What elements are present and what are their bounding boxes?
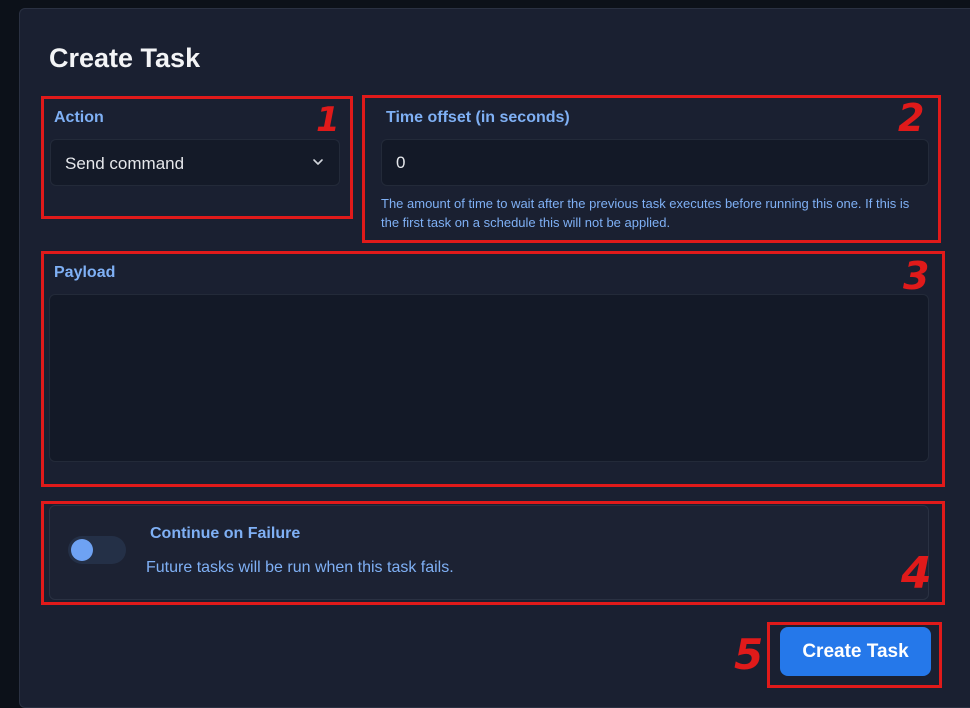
modal-title: Create Task [49,43,201,73]
annotation-box-2 [362,95,941,243]
annotation-number-5: 5 [734,630,764,679]
annotation-number-3: 3 [903,254,930,298]
annotation-number-4: 4 [901,548,932,599]
annotation-box-3 [41,251,945,487]
annotation-box-5 [767,622,942,688]
annotation-number-1: 1 [316,100,340,140]
annotation-number-2: 2 [898,96,925,140]
annotation-box-4 [41,501,945,605]
annotation-box-1 [41,96,353,219]
